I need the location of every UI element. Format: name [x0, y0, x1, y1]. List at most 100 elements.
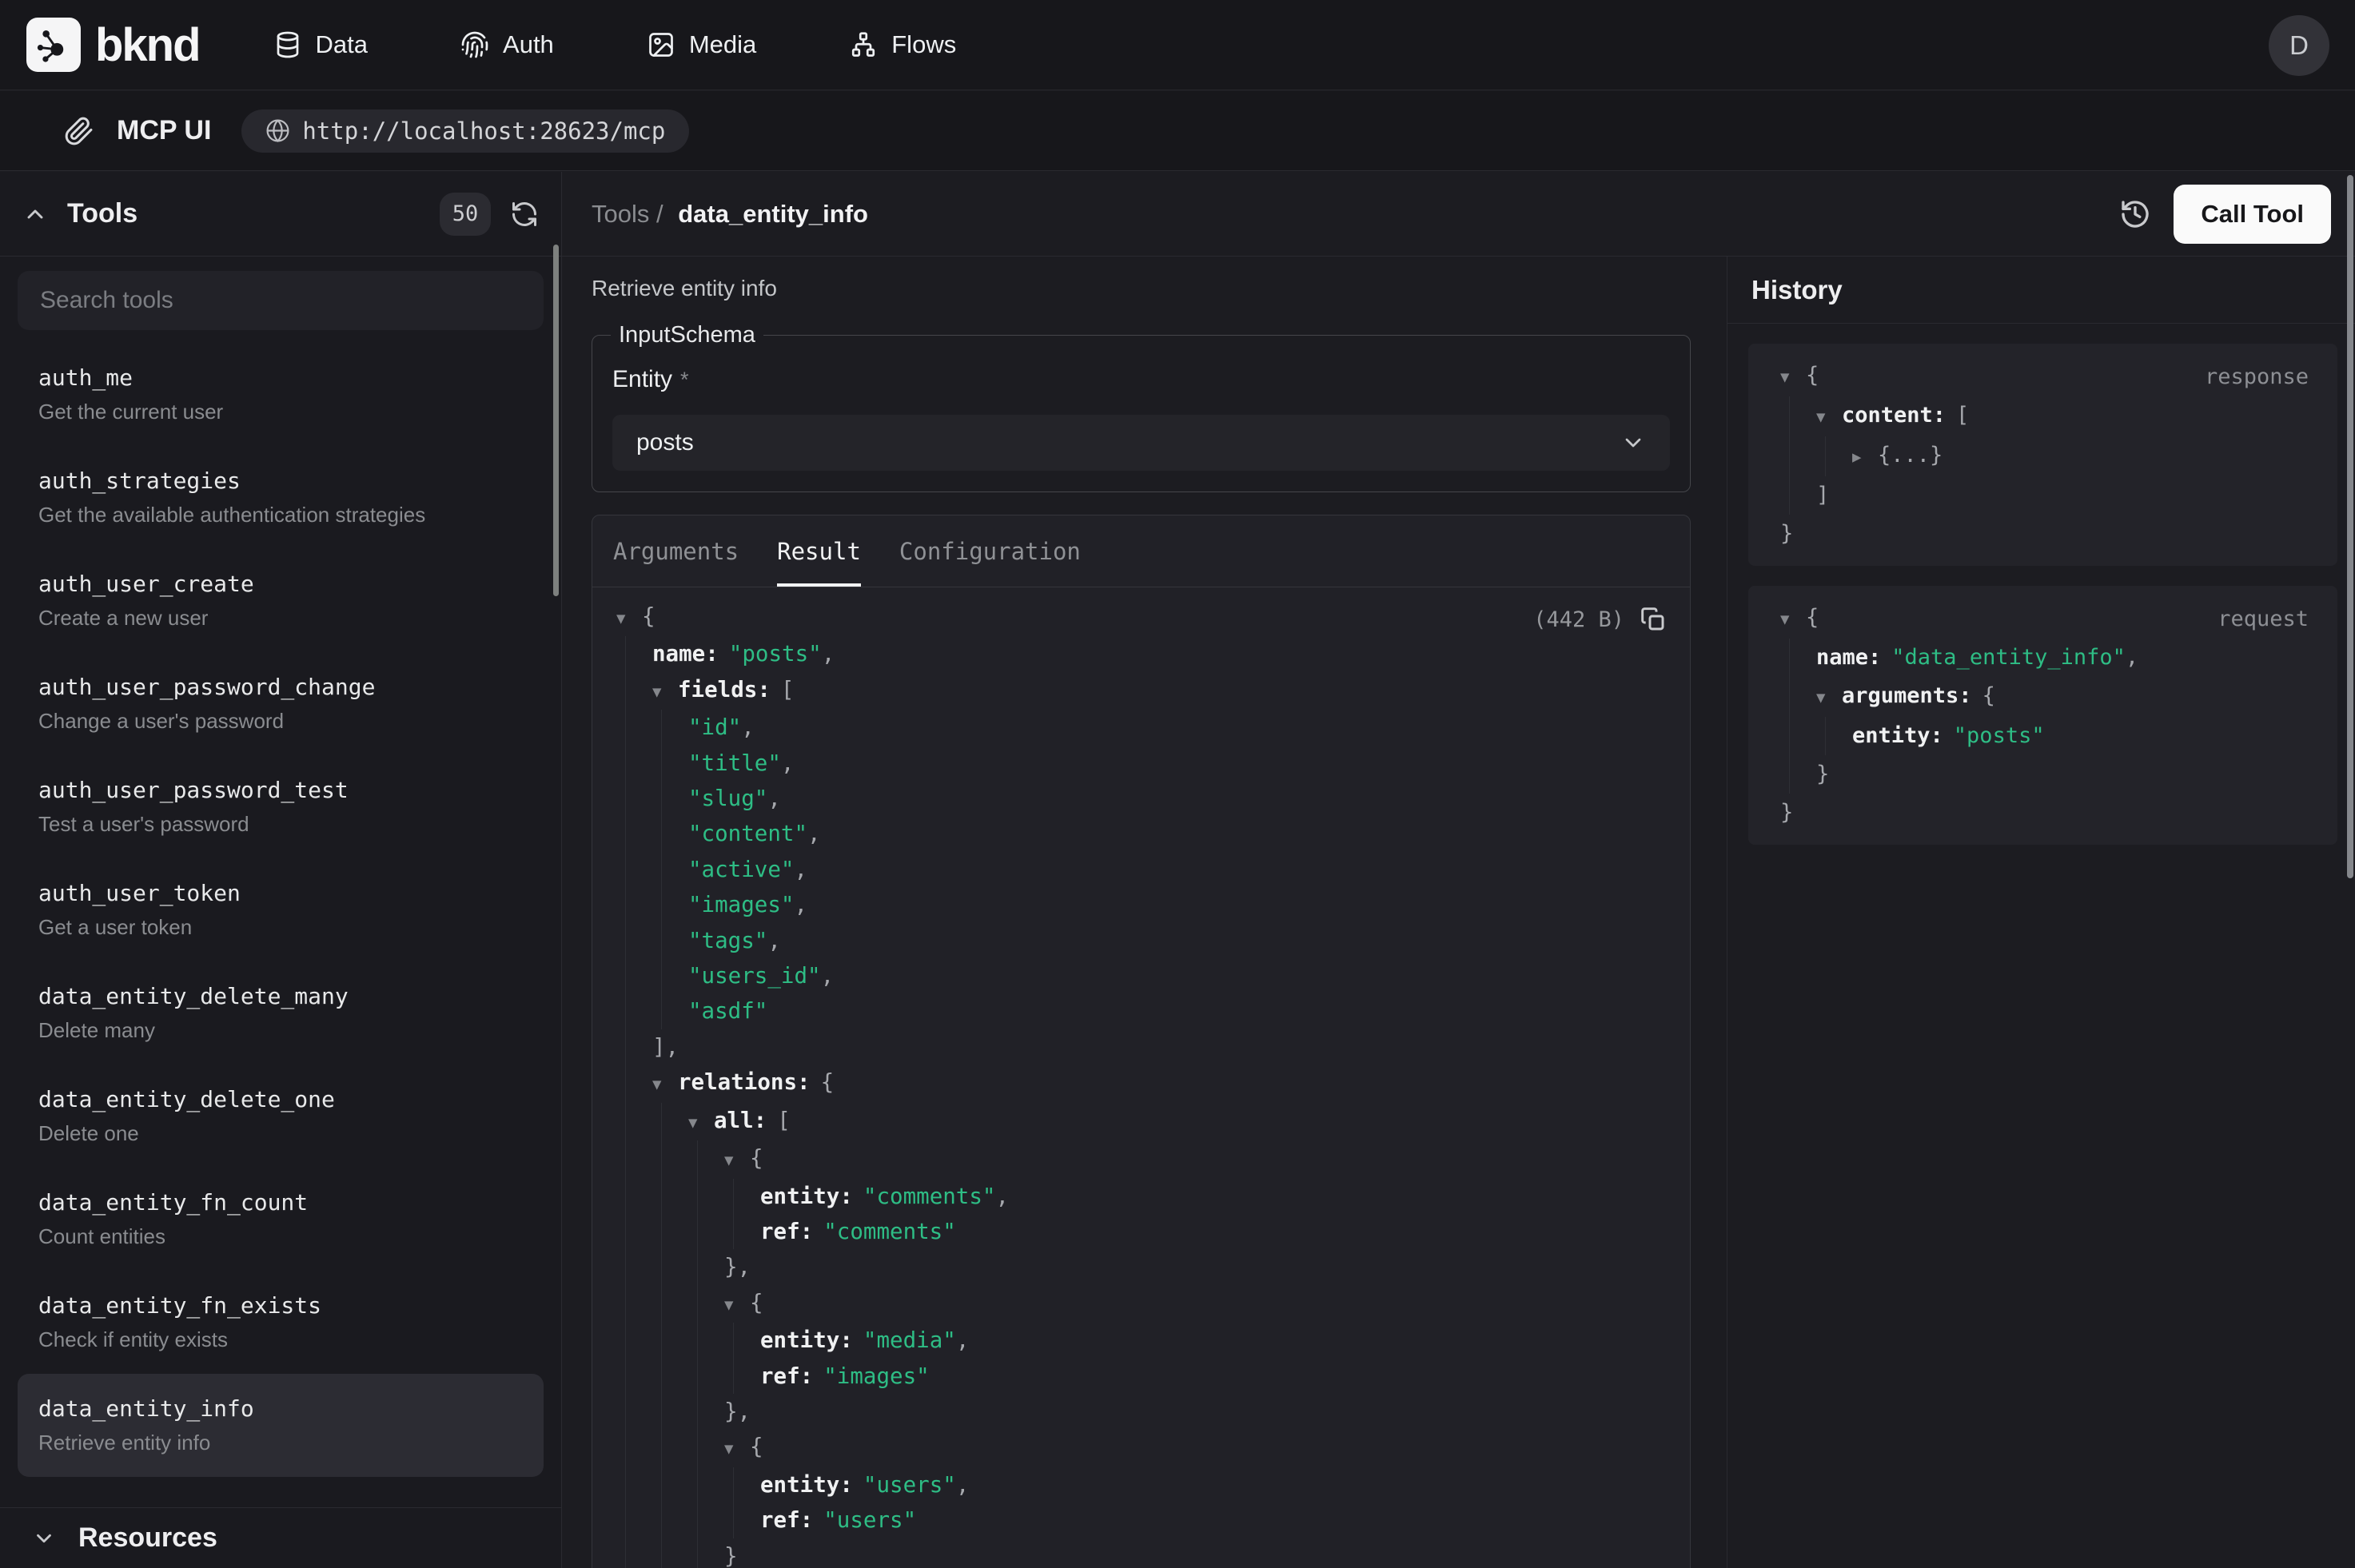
search-tools-input[interactable]: [18, 271, 544, 330]
tool-item[interactable]: data_entity_infoRetrieve entity info: [18, 1374, 544, 1477]
tools-list: auth_meGet the current userauth_strategi…: [0, 336, 561, 1477]
indent-guide: [625, 1179, 626, 1214]
input-schema-fieldset: InputSchema Entity* posts: [592, 322, 1691, 492]
json-token-str: "slug": [688, 786, 767, 811]
tool-name: auth_user_password_test: [38, 777, 523, 803]
nav-item-media[interactable]: Media: [647, 30, 756, 59]
json-token-key: fields:: [678, 677, 771, 702]
tool-name: auth_me: [38, 364, 523, 391]
top-nav: bknd Data Auth Media Flows D: [0, 0, 2355, 90]
json-line: entity:"posts": [1780, 717, 2309, 755]
collapse-triangle-icon[interactable]: ▼: [1780, 358, 1806, 396]
json-token-punc: }: [1816, 762, 1829, 786]
tool-name: auth_user_create: [38, 571, 523, 597]
json-token-punc: {: [821, 1069, 835, 1095]
result-panel: ArgumentsResultConfiguration (442 B) ▼{n…: [592, 515, 1691, 1568]
user-avatar[interactable]: D: [2269, 15, 2329, 76]
indent-guide: [625, 1214, 626, 1249]
server-url: http://localhost:28623/mcp: [302, 117, 665, 145]
resources-section-header[interactable]: Resources: [0, 1507, 561, 1568]
tool-item[interactable]: data_entity_fn_countCount entities: [18, 1168, 544, 1271]
history-toggle-button[interactable]: [2119, 198, 2151, 230]
tab-arguments[interactable]: Arguments: [613, 515, 739, 587]
entity-select[interactable]: posts: [612, 415, 1670, 471]
tab-result[interactable]: Result: [777, 515, 861, 587]
json-token-key: ref:: [760, 1507, 813, 1533]
tool-item[interactable]: auth_user_password_testTest a user's pas…: [18, 755, 544, 858]
tools-section-title: Tools: [67, 198, 137, 229]
collapse-triangle-icon[interactable]: ▼: [652, 675, 678, 710]
json-token-punc: {: [750, 1434, 763, 1459]
mcp-bar: MCP UI http://localhost:28623/mcp: [0, 91, 2355, 171]
json-token-punc: ,: [2126, 645, 2138, 670]
json-line: ▼{: [616, 599, 1666, 636]
server-url-pill[interactable]: http://localhost:28623/mcp: [241, 109, 689, 153]
json-line: },: [616, 1249, 1666, 1284]
nav-item-data[interactable]: Data: [273, 30, 368, 59]
json-token-str: "tags": [688, 928, 767, 953]
collapse-triangle-icon[interactable]: ▼: [1816, 398, 1842, 436]
indent-guide: [625, 1394, 626, 1429]
nav-item-auth[interactable]: Auth: [460, 30, 554, 59]
json-token-punc: ,: [794, 892, 807, 917]
content-scrollbar[interactable]: [2347, 175, 2353, 878]
collapse-triangle-icon[interactable]: ▼: [616, 601, 642, 636]
indent-guide: [661, 1502, 662, 1538]
json-token-punc: [: [1956, 403, 1969, 428]
collapse-triangle-icon[interactable]: ▼: [724, 1287, 750, 1323]
indent-guide: [697, 1214, 698, 1249]
refresh-tools-button[interactable]: [510, 200, 539, 229]
tool-item[interactable]: auth_meGet the current user: [18, 343, 544, 446]
collapse-triangle-icon[interactable]: ▼: [724, 1431, 750, 1467]
nav-label: Media: [689, 30, 756, 59]
call-tool-button[interactable]: Call Tool: [2174, 185, 2331, 244]
json-token-punc: [: [781, 677, 795, 702]
json-token-key: arguments:: [1842, 683, 1972, 708]
json-token-punc: ,: [956, 1327, 970, 1353]
json-line: ▼arguments:{: [1780, 677, 2309, 717]
chevron-up-icon[interactable]: [22, 201, 48, 227]
tool-item[interactable]: auth_user_createCreate a new user: [18, 549, 544, 652]
breadcrumb-section[interactable]: Tools: [592, 200, 649, 228]
indent-guide: [697, 1502, 698, 1538]
paperclip-icon: [64, 116, 94, 146]
indent-guide: [697, 1467, 698, 1502]
bknd-logo-icon: [26, 18, 81, 72]
json-token-punc: ,: [956, 1472, 970, 1498]
indent-guide: [661, 1467, 662, 1502]
tool-item[interactable]: auth_user_password_changeChange a user's…: [18, 652, 544, 755]
database-icon: [273, 30, 302, 59]
json-line: ▼{: [616, 1140, 1666, 1178]
indent-guide: [697, 1140, 698, 1178]
collapse-triangle-icon[interactable]: ▼: [724, 1143, 750, 1178]
expand-triangle-icon[interactable]: ▶: [1852, 438, 1878, 476]
json-token-punc: }: [1780, 521, 1793, 546]
history-card-request[interactable]: request ▼{name:"data_entity_info",▼argum…: [1748, 586, 2337, 845]
indent-guide: [625, 1103, 626, 1140]
tool-item[interactable]: auth_strategiesGet the available authent…: [18, 446, 544, 549]
tool-item[interactable]: auth_user_tokenGet a user token: [18, 858, 544, 961]
indent-guide: [1789, 476, 1790, 515]
json-token-punc: ,: [822, 641, 835, 667]
brand[interactable]: bknd: [26, 18, 200, 72]
indent-guide: [661, 1103, 662, 1140]
json-token-str: "posts": [1954, 723, 2045, 748]
sidebar-scrollbar[interactable]: [553, 245, 559, 596]
tool-item[interactable]: data_entity_delete_manyDelete many: [18, 961, 544, 1065]
tools-section-header[interactable]: Tools 50: [0, 172, 561, 257]
json-token-punc: ]: [1816, 483, 1829, 507]
indent-guide: [661, 1538, 662, 1568]
nav-item-flows[interactable]: Flows: [849, 30, 956, 59]
indent-guide: [661, 1429, 662, 1467]
collapse-triangle-icon[interactable]: ▼: [652, 1067, 678, 1102]
history-card-response[interactable]: response ▼{▼content:[▶{...}]}: [1748, 344, 2337, 566]
tools-sidebar: Tools 50 auth_meGet the current userauth…: [0, 172, 562, 1568]
tool-item[interactable]: data_entity_fn_existsCheck if entity exi…: [18, 1271, 544, 1374]
collapse-triangle-icon[interactable]: ▼: [688, 1105, 714, 1140]
tool-item[interactable]: data_entity_delete_oneDelete one: [18, 1065, 544, 1168]
indent-guide: [1789, 677, 1790, 717]
collapse-triangle-icon[interactable]: ▼: [1780, 600, 1806, 639]
collapse-triangle-icon[interactable]: ▼: [1816, 679, 1842, 717]
json-line: ▶{...}: [1780, 436, 2309, 476]
tab-configuration[interactable]: Configuration: [899, 515, 1081, 587]
